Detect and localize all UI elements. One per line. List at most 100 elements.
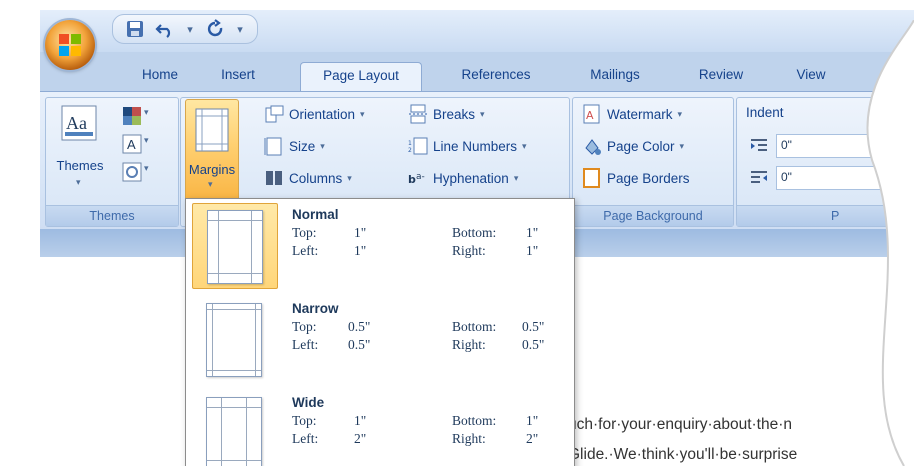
themes-group-label: Themes [46, 205, 178, 226]
right-label: Right: [452, 243, 486, 258]
margin-option-wide[interactable]: Wide Top: 1" Bottom: 1" Left: 2" Right: … [186, 387, 574, 466]
tab-page-layout[interactable]: Page Layout [300, 62, 422, 93]
margins-button-label: Margins [188, 162, 236, 177]
top-label: Top: [292, 319, 317, 334]
line-numbers-dropdown-icon: ▾ [522, 140, 527, 151]
hyphenation-icon: b a- [408, 168, 428, 188]
page-color-button[interactable]: Page Color ▾ [582, 136, 684, 156]
page-borders-label: Page Borders [607, 170, 690, 186]
indent-right-value: 0" [781, 170, 792, 184]
size-label: Size [289, 138, 316, 154]
theme-colors-button[interactable]: ▾ [122, 106, 152, 128]
watermark-button[interactable]: A Watermark ▾ [582, 104, 682, 124]
left-value: 2" [354, 431, 367, 446]
theme-colors-dropdown-icon: ▾ [144, 108, 149, 118]
document-text-line-1: uch·for·your·enquiry·about·the·n [568, 416, 792, 433]
page-color-label: Page Color [607, 138, 675, 154]
left-value: 0.5" [348, 337, 371, 352]
normal-margins-icon [207, 210, 263, 284]
redo-button[interactable] [203, 18, 227, 40]
theme-fonts-icon: A [122, 134, 142, 154]
bottom-value: 0.5" [522, 319, 545, 334]
theme-fonts-button[interactable]: A ▾ [122, 134, 152, 156]
word-window: ▾ ▾ Home Insert Page Layout References M… [0, 0, 914, 466]
theme-colors-icon [123, 107, 141, 125]
bottom-label: Bottom: [452, 319, 497, 334]
theme-effects-icon [122, 162, 142, 182]
columns-button[interactable]: Columns ▾ [264, 168, 352, 188]
theme-effects-button[interactable]: ▾ [122, 162, 152, 184]
indent-left-icon [751, 139, 767, 151]
theme-fonts-dropdown-icon: ▾ [144, 136, 149, 146]
page-borders-icon [582, 168, 602, 188]
svg-text:a-: a- [416, 172, 425, 182]
page-color-icon [582, 136, 602, 156]
line-numbers-label: Line Numbers [433, 138, 518, 154]
office-logo-icon [59, 34, 81, 56]
orientation-dropdown-icon: ▾ [360, 108, 365, 119]
svg-text:Aa: Aa [66, 113, 87, 133]
top-value: 1" [354, 225, 367, 240]
top-value: 0.5" [348, 319, 371, 334]
save-button[interactable] [123, 18, 147, 40]
size-button[interactable]: Size ▾ [264, 136, 325, 156]
themes-button-label: Themes [56, 158, 104, 173]
svg-text:2: 2 [408, 147, 412, 154]
undo-button[interactable] [153, 18, 177, 40]
right-value: 1" [526, 243, 539, 258]
margin-option-name: Normal [292, 207, 339, 222]
indent-right-icon [751, 171, 767, 183]
themes-button[interactable]: Aa Themes ▾ [52, 102, 108, 198]
right-label: Right: [452, 431, 486, 446]
page-curl [866, 20, 914, 466]
breaks-button[interactable]: Breaks ▾ [408, 104, 485, 124]
themes-dropdown-icon: ▾ [76, 178, 81, 188]
margin-preview-wide [192, 391, 276, 466]
svg-text:1: 1 [408, 140, 412, 147]
tab-insert[interactable]: Insert [210, 62, 266, 92]
right-label: Right: [452, 337, 486, 352]
tab-review[interactable]: Review [690, 62, 752, 92]
margin-option-normal[interactable]: Normal Top: 1" Bottom: 1" Left: 1" Right… [186, 199, 574, 293]
document-text-line-2: Glide.·We·think·you'll·be·surprise [568, 446, 798, 463]
page-borders-button[interactable]: Page Borders [582, 168, 690, 188]
line-numbers-button[interactable]: 12 Line Numbers ▾ [408, 136, 527, 156]
redo-icon [207, 19, 223, 37]
bottom-label: Bottom: [452, 225, 497, 240]
line-numbers-icon: 12 [408, 136, 428, 156]
tab-home[interactable]: Home [130, 62, 190, 92]
left-label: Left: [292, 337, 319, 352]
customize-toolbar-icon[interactable]: ▾ [233, 18, 247, 40]
right-value: 0.5" [522, 337, 545, 352]
breaks-dropdown-icon: ▾ [480, 108, 485, 119]
narrow-margins-icon [206, 303, 262, 377]
undo-icon [155, 24, 171, 38]
hyphenation-button[interactable]: b a- Hyphenation ▾ [408, 168, 518, 188]
page-color-dropdown-icon: ▾ [679, 140, 685, 151]
margin-option-name: Narrow [292, 301, 339, 316]
margin-option-narrow[interactable]: Narrow Top: 0.5" Bottom: 0.5" Left: 0.5"… [186, 293, 574, 387]
office-button[interactable] [45, 20, 95, 70]
watermark-dropdown-icon: ▾ [677, 108, 683, 119]
margins-button[interactable]: Margins ▾ [185, 99, 239, 201]
quick-access-toolbar: ▾ ▾ [112, 14, 258, 44]
bottom-label: Bottom: [452, 413, 497, 428]
indent-heading: Indent [746, 105, 784, 120]
watermark-icon: A [582, 104, 602, 124]
size-icon [264, 136, 284, 156]
tab-view[interactable]: View [786, 62, 836, 92]
breaks-icon [408, 104, 428, 124]
left-value: 1" [354, 243, 367, 258]
columns-dropdown-icon: ▾ [347, 172, 352, 183]
margin-preview-narrow [192, 297, 276, 381]
size-dropdown-icon: ▾ [320, 140, 325, 151]
hyphenation-label: Hyphenation [433, 170, 509, 186]
margins-icon [195, 108, 229, 152]
columns-label: Columns [289, 170, 343, 186]
right-value: 2" [526, 431, 539, 446]
undo-dropdown-icon[interactable]: ▾ [183, 18, 197, 40]
orientation-button[interactable]: Orientation ▾ [264, 104, 365, 124]
tab-mailings[interactable]: Mailings [580, 62, 650, 92]
bottom-value: 1" [526, 413, 539, 428]
tab-references[interactable]: References [448, 62, 544, 92]
